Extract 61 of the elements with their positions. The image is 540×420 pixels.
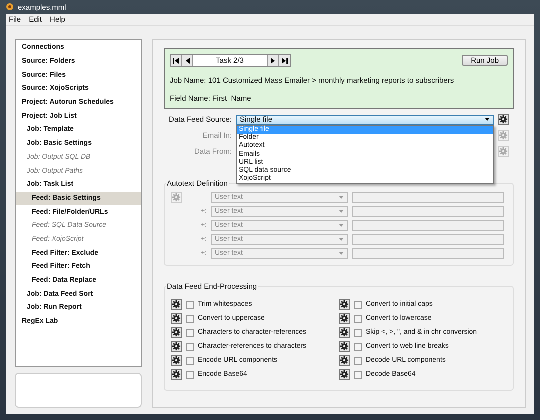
gear-button[interactable] [339,369,350,380]
triangle-icon [270,58,276,64]
input-field[interactable] [352,206,504,217]
last-button[interactable] [279,55,290,66]
checkbox[interactable] [354,328,362,336]
caret-icon [339,196,344,199]
gear-button[interactable] [171,327,182,338]
caret-icon [485,118,490,121]
gear-icon [172,370,181,379]
caret-icon [339,252,344,255]
checkbox[interactable] [186,314,194,322]
app-icon [6,3,14,11]
gear-icon [499,115,508,124]
gear-icon [340,328,349,337]
checkbox[interactable] [354,300,362,308]
input-field[interactable] [352,234,504,245]
gear-icon [172,193,181,202]
checkbox[interactable] [354,342,362,350]
gear-button[interactable] [339,299,350,310]
checkbox[interactable] [186,356,194,364]
gear-button[interactable] [171,341,182,352]
gear-button[interactable] [171,299,182,310]
checkbox[interactable] [354,356,362,364]
gear-icon [340,356,349,365]
triangle-icon [184,58,190,64]
gear-icon [340,342,349,351]
gear-button[interactable] [339,327,350,338]
checkbox[interactable] [186,300,194,308]
gear-button[interactable] [171,369,182,380]
gear-button[interactable] [339,341,350,352]
gear-icon [172,300,181,309]
checkbox[interactable] [186,328,194,336]
gear-button[interactable] [171,313,182,324]
input-field[interactable] [352,192,504,203]
caret-icon [339,238,344,241]
gear-icon [340,370,349,379]
gear-icon [172,328,181,337]
gear-button[interactable] [339,355,350,366]
gear-icon [340,314,349,323]
gear-icon [172,314,181,323]
next-button[interactable] [268,55,279,66]
gear-button[interactable] [171,355,182,366]
gear-icon [172,356,181,365]
gear-icon [499,131,508,140]
caret-icon [339,224,344,227]
caret-icon [339,210,344,213]
checkbox[interactable] [186,342,194,350]
gear-button[interactable] [339,313,350,324]
skip-icon [281,58,288,64]
checkbox[interactable] [186,370,194,378]
gear-icon [499,147,508,156]
skip-icon [172,58,180,64]
first-button[interactable] [171,55,182,66]
checkbox[interactable] [354,314,362,322]
checkbox[interactable] [354,370,362,378]
gear-icon [340,300,349,309]
previous-button[interactable] [182,55,193,66]
input-field[interactable] [352,220,504,231]
gear-button[interactable] [498,114,509,125]
gear-icon [172,342,181,351]
input-field[interactable] [352,248,504,259]
